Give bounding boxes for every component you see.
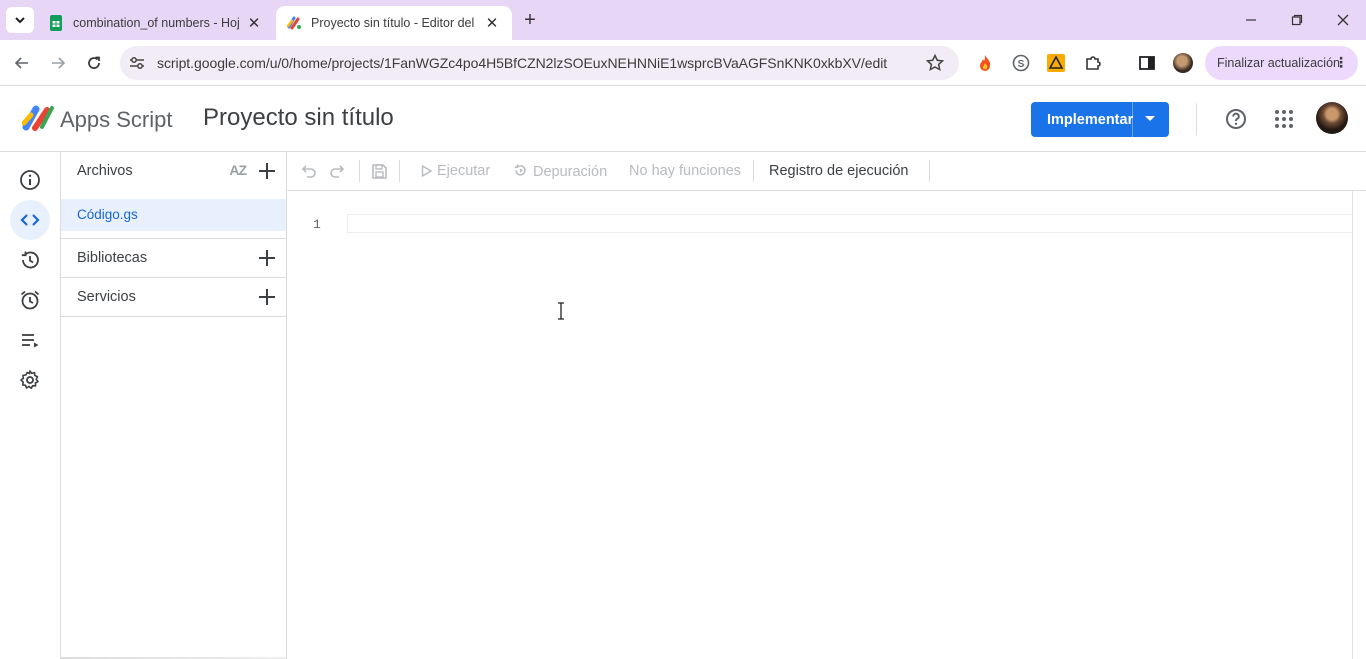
project-title[interactable]: Proyecto sin título: [203, 104, 394, 132]
settings-gear-icon[interactable]: [10, 360, 50, 400]
run-label: Ejecutar: [437, 163, 491, 179]
play-icon: [421, 165, 432, 177]
warning-extension-icon[interactable]: [1046, 53, 1066, 73]
minimize-window-icon[interactable]: [1241, 10, 1261, 30]
files-panel: Archivos AZ Código.gs Bibliotecas Servic…: [61, 152, 287, 659]
apps-script-logo-icon: [22, 105, 54, 131]
skype-extension-icon[interactable]: S: [1011, 53, 1031, 73]
chevron-down-icon: [15, 17, 25, 24]
more-menu-icon[interactable]: ⋮: [1334, 54, 1348, 71]
site-settings-icon[interactable]: [128, 54, 146, 72]
executions-list-icon[interactable]: [10, 320, 50, 360]
tab-title: combination_of numbers - Hoja de cálculo: [73, 16, 240, 30]
add-library-icon[interactable]: [257, 248, 277, 268]
file-item-codigo[interactable]: Código.gs: [61, 199, 286, 231]
header-divider: [1196, 103, 1197, 135]
code-editor[interactable]: 1: [287, 191, 1366, 659]
tab-title: Proyecto sin título - Editor del proyect…: [311, 16, 478, 30]
new-tab-button[interactable]: +: [520, 10, 540, 30]
caret-down-icon[interactable]: [1145, 116, 1155, 121]
debug-icon: [514, 164, 526, 176]
browser-tab-apps-script[interactable]: Proyecto sin título - Editor del proyect…: [276, 6, 512, 40]
toolbar-divider: [399, 160, 400, 182]
redo-icon[interactable]: [328, 162, 346, 180]
toolbar-divider: [929, 160, 930, 182]
account-avatar[interactable]: [1316, 102, 1348, 134]
browser-profile-avatar[interactable]: [1173, 53, 1193, 73]
apps-script-icon: [286, 16, 301, 30]
debug-label: Depuración: [533, 164, 608, 180]
triggers-alarm-icon[interactable]: [10, 280, 50, 320]
back-arrow-icon[interactable]: [11, 52, 33, 74]
close-tab-icon[interactable]: ✕: [246, 15, 262, 32]
finish-update-button[interactable]: Finalizar actualización ⋮: [1205, 46, 1358, 80]
services-section: Servicios: [61, 278, 286, 317]
google-apps-grid-icon[interactable]: [1272, 107, 1296, 131]
services-title: Servicios: [77, 289, 136, 305]
bookmark-star-icon[interactable]: [925, 53, 945, 73]
history-icon[interactable]: [10, 240, 50, 280]
address-bar[interactable]: script.google.com/u/0/home/projects/1Fan…: [120, 46, 959, 80]
file-name: Código.gs: [77, 207, 138, 222]
svg-text:S: S: [1018, 59, 1025, 70]
debug-button[interactable]: Depuración: [513, 163, 607, 180]
current-line-highlight[interactable]: [347, 214, 1366, 233]
url-text[interactable]: script.google.com/u/0/home/projects/1Fan…: [157, 55, 887, 71]
forward-arrow-icon[interactable]: [47, 52, 69, 74]
sheets-icon: [50, 15, 62, 31]
save-icon[interactable]: [370, 162, 388, 180]
libraries-section: Bibliotecas: [61, 239, 286, 278]
deploy-button[interactable]: Implementar: [1031, 102, 1169, 137]
editor-code-icon[interactable]: [10, 200, 50, 240]
app-header: Apps Script Proyecto sin título Implemen…: [0, 87, 1366, 152]
editor-toolbar: Ejecutar Depuración No hay funciones Reg…: [287, 152, 1366, 191]
run-button[interactable]: Ejecutar: [421, 163, 490, 179]
deploy-divider: [1132, 102, 1133, 137]
editor-scrollbar[interactable]: [1352, 191, 1366, 659]
divider: [61, 316, 286, 317]
function-selector[interactable]: No hay funciones: [629, 163, 741, 179]
libraries-title: Bibliotecas: [77, 250, 148, 266]
finish-update-label: Finalizar actualización: [1217, 56, 1340, 70]
close-window-icon[interactable]: [1333, 10, 1353, 30]
extensions-puzzle-icon[interactable]: [1083, 53, 1103, 73]
overview-info-icon[interactable]: [10, 160, 50, 200]
toolbar-divider: [753, 160, 754, 182]
execution-log-button[interactable]: Registro de ejecución: [769, 163, 908, 179]
add-file-icon[interactable]: [257, 161, 277, 181]
restore-window-icon[interactable]: [1287, 10, 1307, 30]
line-number: 1: [313, 217, 321, 232]
close-tab-icon[interactable]: ✕: [484, 15, 500, 32]
browser-tab-strip: combination_of numbers - Hoja de cálculo…: [0, 0, 1366, 40]
files-section-header: Archivos AZ: [61, 152, 286, 191]
help-icon[interactable]: [1224, 107, 1248, 131]
app-brand: Apps Script: [60, 107, 173, 132]
sort-az-icon[interactable]: AZ: [229, 162, 247, 178]
undo-icon[interactable]: [300, 162, 318, 180]
toolbar-divider: [359, 160, 360, 182]
nav-rail: [0, 152, 61, 659]
deploy-label: Implementar: [1047, 111, 1134, 128]
reload-icon[interactable]: [83, 52, 105, 74]
side-panel-icon[interactable]: [1137, 53, 1157, 73]
text-cursor-icon: [558, 302, 564, 320]
fire-extension-icon[interactable]: [975, 53, 995, 73]
browser-toolbar: script.google.com/u/0/home/projects/1Fan…: [0, 40, 1366, 86]
browser-tab-sheets[interactable]: combination_of numbers - Hoja de cálculo…: [38, 6, 274, 40]
files-title: Archivos: [77, 163, 133, 179]
tab-search-button[interactable]: [6, 7, 34, 33]
add-service-icon[interactable]: [257, 287, 277, 307]
